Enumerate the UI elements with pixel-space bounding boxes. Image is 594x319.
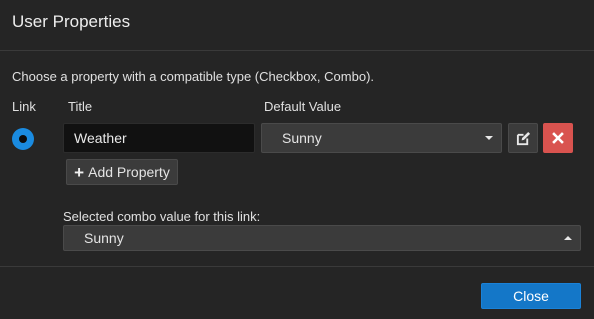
default-value-select[interactable]: Sunny bbox=[261, 123, 502, 153]
combo-value-select[interactable]: Sunny bbox=[63, 225, 581, 251]
close-button[interactable]: Close bbox=[481, 283, 581, 309]
delete-property-button[interactable] bbox=[543, 123, 573, 153]
combo-value-selected: Sunny bbox=[84, 230, 124, 246]
user-properties-dialog: User Properties Choose a property with a… bbox=[0, 0, 594, 319]
add-property-label: Add Property bbox=[88, 164, 170, 180]
default-value-selected: Sunny bbox=[282, 130, 322, 146]
plus-icon: + bbox=[74, 162, 85, 182]
combo-value-label: Selected combo value for this link: bbox=[63, 209, 261, 224]
column-header-default-value: Default Value bbox=[264, 99, 342, 114]
column-header-title: Title bbox=[68, 99, 93, 114]
caret-up-icon bbox=[564, 236, 572, 240]
property-title-input[interactable] bbox=[63, 123, 255, 153]
column-header-link: Link bbox=[12, 99, 36, 114]
edit-property-button[interactable] bbox=[508, 123, 538, 153]
link-radio-button[interactable] bbox=[12, 128, 34, 150]
add-property-button[interactable]: + Add Property bbox=[66, 159, 178, 185]
radio-selected-dot bbox=[19, 135, 27, 143]
dialog-footer: Close bbox=[0, 266, 594, 319]
instructions-text: Choose a property with a compatible type… bbox=[12, 69, 375, 84]
dialog-header: User Properties bbox=[0, 0, 594, 51]
close-icon bbox=[552, 132, 564, 144]
caret-down-icon bbox=[485, 136, 493, 140]
dialog-title: User Properties bbox=[12, 12, 131, 31]
edit-icon bbox=[516, 131, 530, 145]
